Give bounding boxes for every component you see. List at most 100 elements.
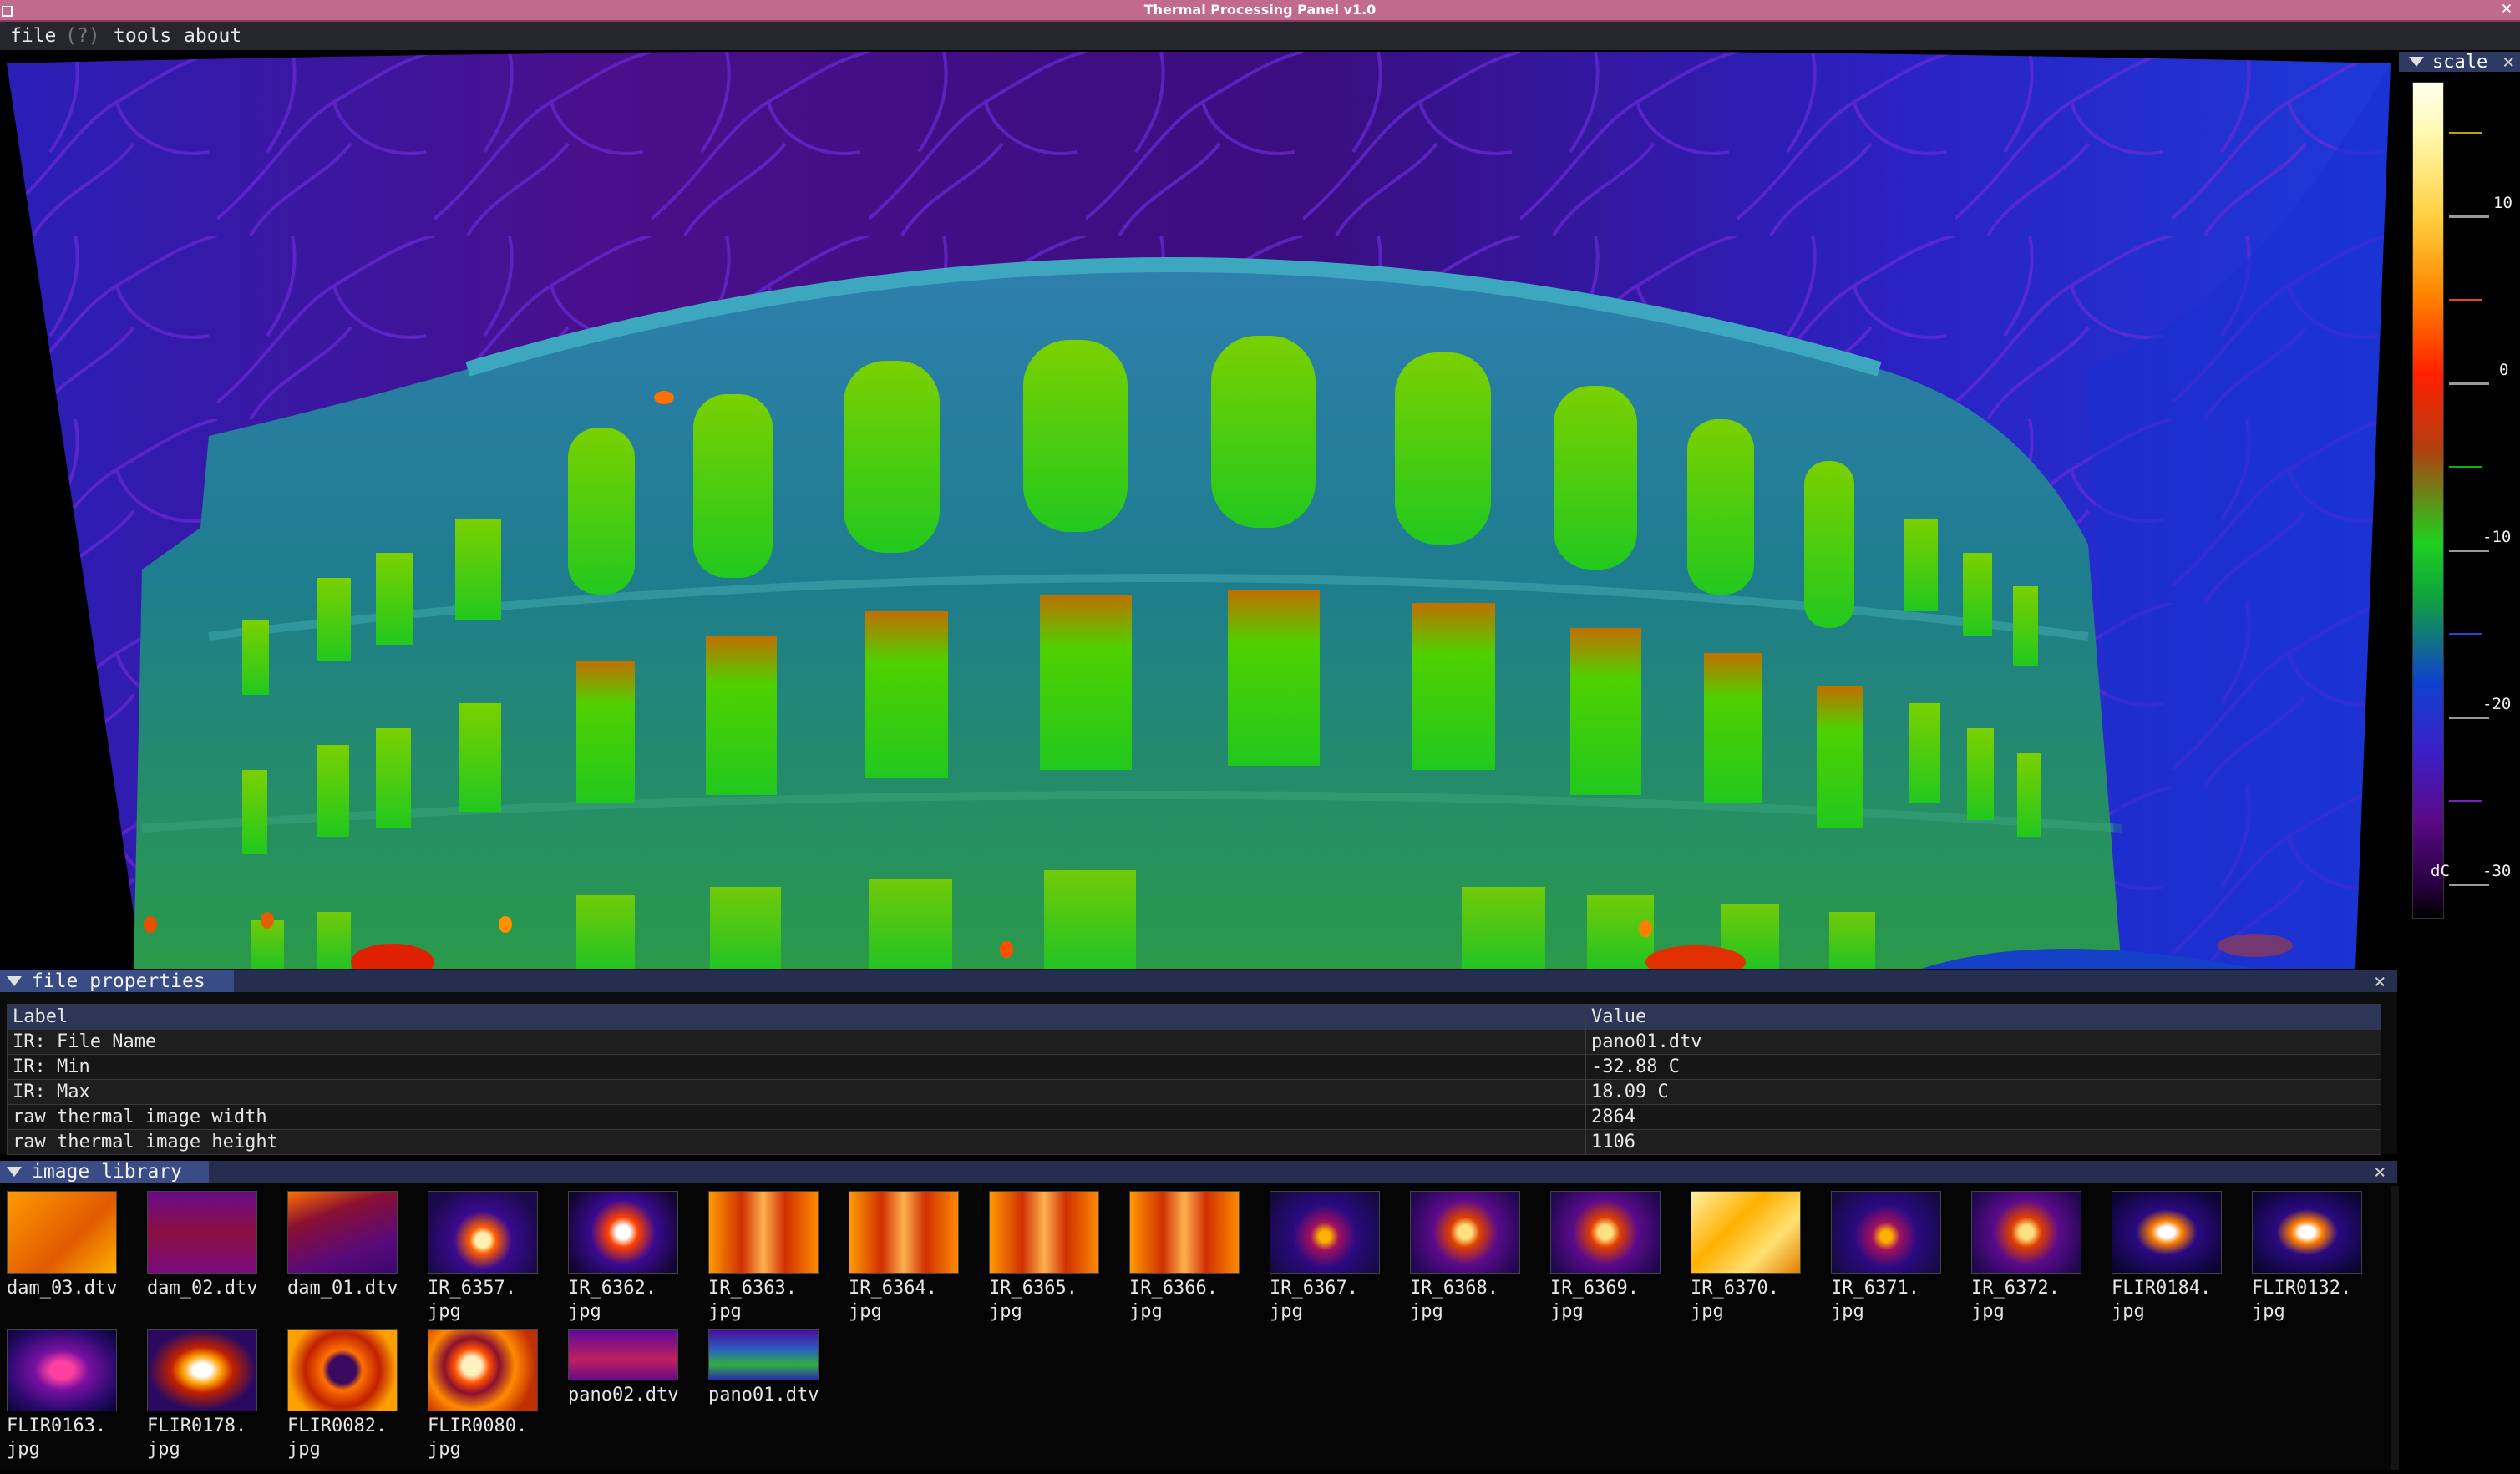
menu-help[interactable]: (?) <box>65 25 100 47</box>
scale-panel-header: scale × <box>2399 52 2520 73</box>
thumbnail-label: IR_6365. jpg <box>989 1278 1077 1322</box>
menu-file[interactable]: file <box>10 25 56 47</box>
table-row[interactable]: raw thermal image width 2864 <box>7 1104 2381 1130</box>
thumbnail-label: dam_01.dtv <box>287 1278 398 1299</box>
library-thumbnail[interactable]: IR_6365. jpg <box>989 1191 1099 1324</box>
library-thumbnail[interactable]: IR_6363. jpg <box>708 1191 819 1324</box>
property-value: pano01.dtv <box>1585 1029 2381 1055</box>
thumbnail-label: FLIR0080. jpg <box>428 1416 528 1460</box>
library-thumbnail[interactable]: IR_6370. jpg <box>1691 1191 1801 1324</box>
scale-tick-0 <box>2449 382 2489 385</box>
library-thumbnail[interactable]: dam_02.dtv <box>147 1191 257 1300</box>
thumbnail-label: FLIR0178. jpg <box>147 1416 247 1460</box>
file-properties-close-icon[interactable]: × <box>2374 971 2386 991</box>
library-thumbnail[interactable]: FLIR0178. jpg <box>147 1329 257 1461</box>
thumbnail-image <box>849 1191 959 1274</box>
menu-tools[interactable]: tools <box>114 25 171 47</box>
library-thumbnail[interactable]: FLIR0080. jpg <box>428 1329 538 1461</box>
thumbnail-image <box>2252 1191 2362 1274</box>
thumbnail-image <box>428 1191 538 1274</box>
thumbnail-label: IR_6364. jpg <box>849 1278 937 1322</box>
property-value: 1106 <box>1585 1129 2381 1155</box>
thumbnail-label: IR_6368. jpg <box>1410 1278 1498 1322</box>
thumbnail-label: pano02.dtv <box>568 1385 679 1406</box>
thumbnail-image <box>1270 1191 1380 1274</box>
library-thumbnail[interactable]: FLIR0082. jpg <box>287 1329 398 1461</box>
image-library-close-icon[interactable]: × <box>2374 1162 2386 1182</box>
library-thumbnail[interactable]: IR_6371. jpg <box>1831 1191 1941 1324</box>
thumbnail-image <box>1831 1191 1941 1274</box>
library-thumbnail[interactable]: FLIR0184. jpg <box>2112 1191 2222 1324</box>
thumbnail-image <box>2112 1191 2222 1274</box>
property-value: -32.88 C <box>1585 1054 2381 1080</box>
library-thumbnail[interactable]: IR_6368. jpg <box>1410 1191 1520 1324</box>
menu-about[interactable]: about <box>184 25 241 47</box>
window-close-icon[interactable]: × <box>2498 0 2515 18</box>
thumbnail-label: IR_6357. jpg <box>428 1278 516 1322</box>
thumbnail-label: IR_6369. jpg <box>1550 1278 1639 1322</box>
thumbnail-image <box>1550 1191 1661 1274</box>
scale-label-minus20: -20 <box>2482 695 2512 713</box>
thumbnail-label: IR_6371. jpg <box>1831 1278 1919 1322</box>
library-thumbnail[interactable]: IR_6357. jpg <box>428 1191 538 1324</box>
scale-label-0: 0 <box>2499 361 2509 379</box>
thumbnail-image <box>1410 1191 1520 1274</box>
collapse-triangle-icon[interactable] <box>2409 57 2424 67</box>
library-thumbnail[interactable]: IR_6369. jpg <box>1550 1191 1661 1324</box>
library-thumbnail[interactable]: pano01.dtv <box>708 1329 819 1407</box>
scale-panel-title: scale <box>2432 52 2488 73</box>
thumbnail-label: IR_6363. jpg <box>708 1278 797 1322</box>
library-thumbnail[interactable]: IR_6367. jpg <box>1270 1191 1380 1324</box>
thumbnail-image <box>147 1191 257 1274</box>
temperature-color-scale <box>2412 82 2444 919</box>
scale-panel: scale × 10 0 -10 -20 -30 dC <box>2399 52 2520 1470</box>
library-thumbnail[interactable]: IR_6362. jpg <box>568 1191 678 1324</box>
table-row[interactable]: IR: Max 18.09 C <box>7 1079 2381 1105</box>
library-thumbnail[interactable]: pano02.dtv <box>568 1329 678 1407</box>
library-scrollbar[interactable] <box>2391 1186 2399 1470</box>
library-thumbnail[interactable]: IR_6364. jpg <box>849 1191 959 1324</box>
thumbnail-image <box>1691 1191 1801 1274</box>
thermal-image-viewport[interactable] <box>0 52 2397 969</box>
thumbnail-image <box>708 1191 819 1274</box>
scale-label-10: 10 <box>2493 194 2512 212</box>
thumbnail-label: FLIR0163. jpg <box>7 1416 107 1460</box>
scale-label-minus10: -10 <box>2482 528 2512 546</box>
library-thumbnail[interactable]: FLIR0132. jpg <box>2252 1191 2362 1324</box>
file-properties-panel: file properties × Label Value IR: File N… <box>0 970 2397 1155</box>
file-properties-header: file properties × <box>0 970 2397 992</box>
library-thumbnail[interactable]: FLIR0163. jpg <box>7 1329 117 1461</box>
menu-bar: file (?) tools about <box>0 22 2520 50</box>
table-row[interactable]: raw thermal image height 1106 <box>7 1129 2381 1155</box>
column-header-label[interactable]: Label <box>7 1004 1586 1030</box>
thumbnail-image <box>568 1191 678 1274</box>
table-row[interactable]: IR: Min -32.88 C <box>7 1054 2381 1080</box>
thumbnail-label: IR_6366. jpg <box>1129 1278 1218 1322</box>
scale-tick-10 <box>2449 215 2489 218</box>
scale-unit-label: dC <box>2431 862 2450 880</box>
scale-close-icon[interactable]: × <box>2502 52 2514 72</box>
library-thumbnail[interactable]: IR_6366. jpg <box>1129 1191 1240 1324</box>
thumbnail-label: IR_6372. jpg <box>1971 1278 2060 1322</box>
thumbnail-label: pano01.dtv <box>708 1385 819 1406</box>
library-thumbnail[interactable]: IR_6372. jpg <box>1971 1191 2081 1324</box>
column-header-value[interactable]: Value <box>1585 1004 2381 1030</box>
scale-tick-minus20 <box>2449 717 2489 719</box>
property-label: raw thermal image height <box>7 1129 1586 1155</box>
thumbnail-image <box>287 1329 398 1411</box>
thumbnail-label: IR_6367. jpg <box>1270 1278 1358 1322</box>
collapse-triangle-icon[interactable] <box>7 1167 22 1177</box>
collapse-triangle-icon[interactable] <box>7 976 22 986</box>
thumbnail-image <box>287 1191 398 1274</box>
property-value: 2864 <box>1585 1104 2381 1130</box>
thumbnail-label: FLIR0132. jpg <box>2252 1278 2352 1322</box>
table-row[interactable]: IR: File Name pano01.dtv <box>7 1029 2381 1055</box>
scale-tick-minus10 <box>2449 550 2489 552</box>
library-thumbnail[interactable]: dam_03.dtv <box>7 1191 117 1300</box>
thumbnail-image <box>7 1191 117 1274</box>
thumbnail-image <box>708 1329 819 1380</box>
image-library-title: image library <box>32 1161 183 1183</box>
library-thumbnail[interactable]: dam_01.dtv <box>287 1191 398 1300</box>
properties-table: Label Value IR: File Name pano01.dtv IR:… <box>7 1004 2381 1155</box>
scale-label-minus30: -30 <box>2482 862 2512 880</box>
